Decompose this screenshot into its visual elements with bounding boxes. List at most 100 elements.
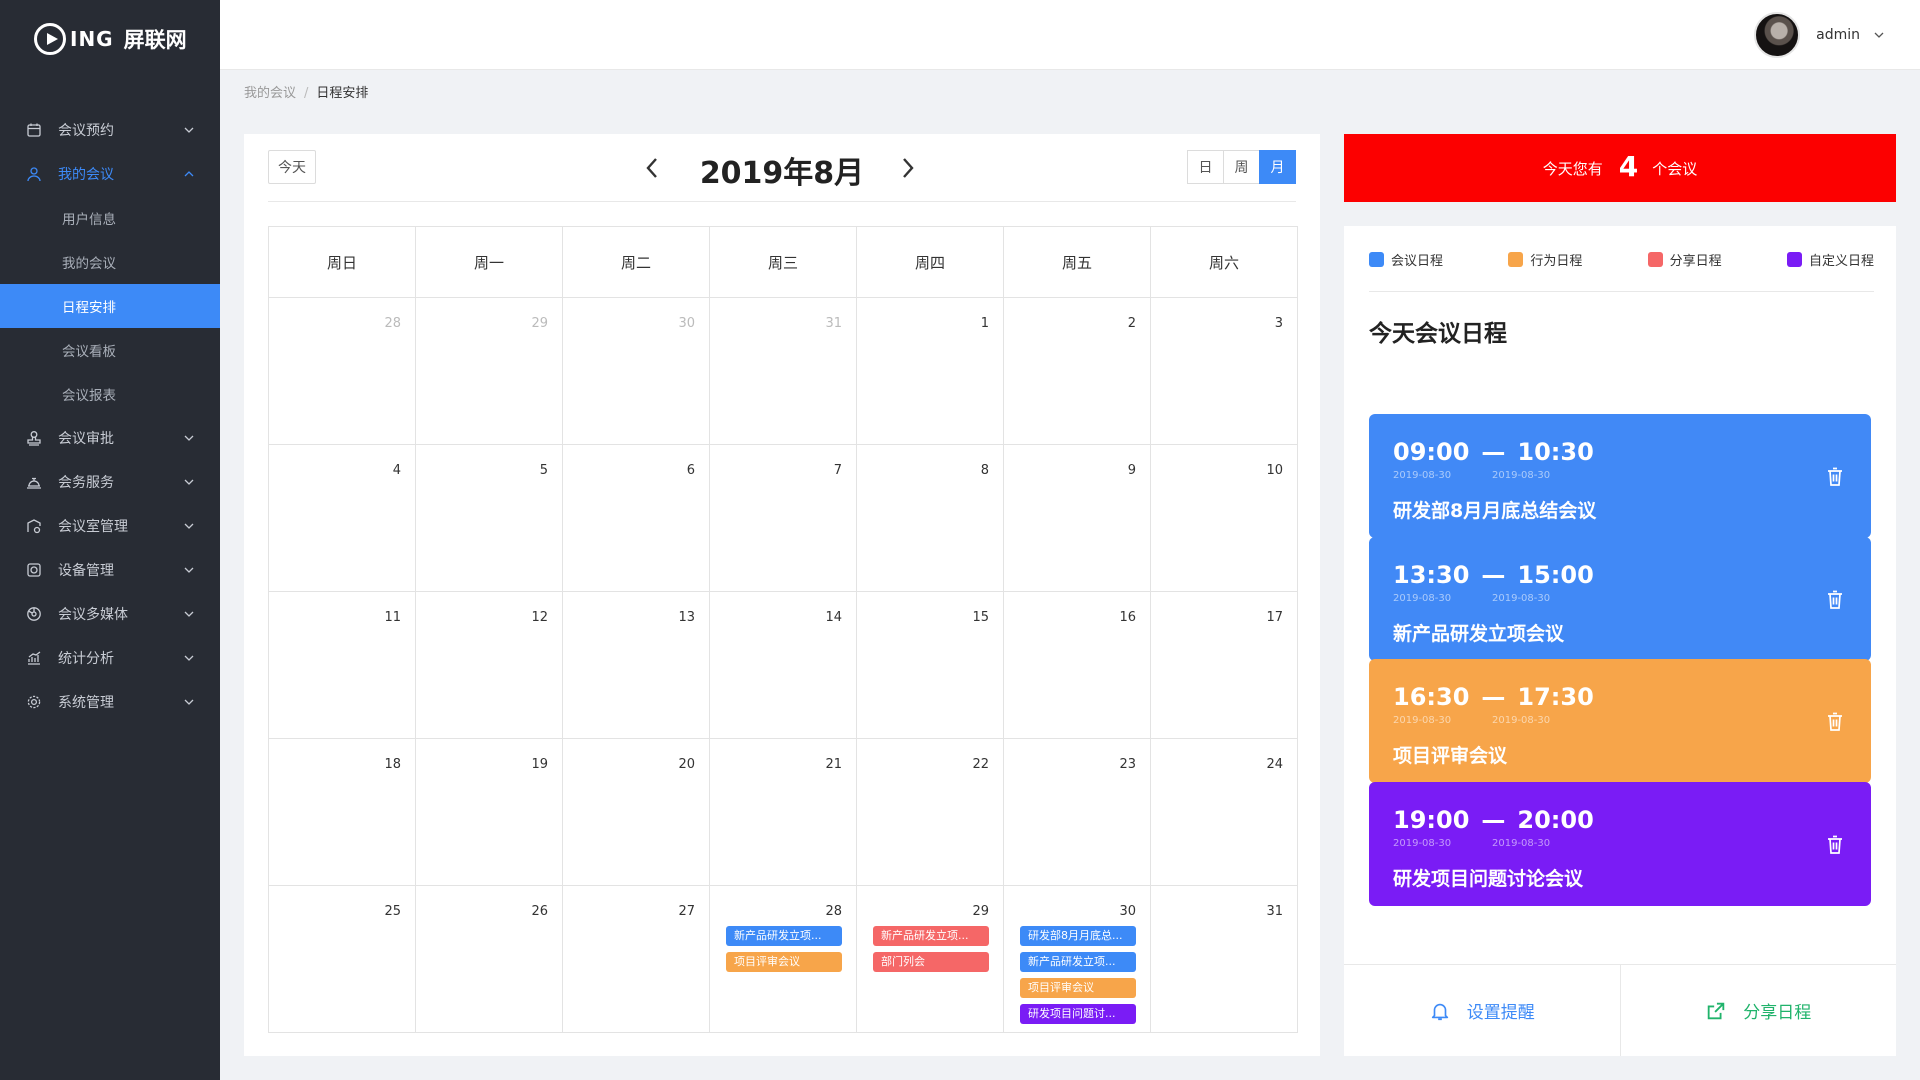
day-cell[interactable]: 17 bbox=[1151, 592, 1298, 739]
day-cell[interactable]: 1 bbox=[857, 298, 1004, 445]
day-cell[interactable]: 7 bbox=[710, 445, 857, 592]
view-button[interactable]: 周 bbox=[1223, 150, 1260, 184]
day-cell[interactable]: 28 新产品研发立项... 项目评审会议 bbox=[710, 886, 857, 1033]
chevron-down-icon[interactable] bbox=[184, 653, 194, 663]
trash-icon[interactable] bbox=[1825, 834, 1845, 856]
day-cell[interactable]: 24 bbox=[1151, 739, 1298, 886]
day-cell[interactable]: 27 bbox=[563, 886, 710, 1033]
avatar[interactable] bbox=[1754, 12, 1801, 58]
calendar-event[interactable]: 项目评审会议 bbox=[1020, 978, 1136, 998]
set-reminder-button[interactable]: 设置提醒 bbox=[1344, 965, 1620, 1056]
chevron-down-icon[interactable] bbox=[184, 521, 194, 531]
calendar-event[interactable]: 研发项目问题讨... bbox=[1020, 1004, 1136, 1024]
day-cell[interactable]: 8 bbox=[857, 445, 1004, 592]
weekday-header: 周日 周一 周二 周三 周四 周五 周六 bbox=[269, 227, 1298, 298]
time-dash: — bbox=[1481, 683, 1506, 711]
day-cell[interactable]: 30 bbox=[563, 298, 710, 445]
calendar-event[interactable]: 研发部8月月底总... bbox=[1020, 926, 1136, 946]
meeting-card[interactable]: 13:30 — 15:00 2019-08-30 2019-08-30 新产品研发立项会议 bbox=[1369, 536, 1871, 661]
day-cell[interactable]: 31 bbox=[1151, 886, 1298, 1033]
day-cell[interactable]: 10 bbox=[1151, 445, 1298, 592]
user-name[interactable]: admin bbox=[1816, 27, 1860, 43]
sidebar-item-user[interactable]: 我的会议 bbox=[0, 152, 220, 196]
chevron-down-icon[interactable] bbox=[184, 565, 194, 575]
trash-icon[interactable] bbox=[1825, 466, 1845, 488]
brand-logo[interactable]: ING 屏联网 bbox=[0, 0, 220, 78]
day-cell[interactable]: 25 bbox=[269, 886, 416, 1033]
day-cell[interactable]: 31 bbox=[710, 298, 857, 445]
day-cell[interactable]: 20 bbox=[563, 739, 710, 886]
sidebar-subitem[interactable]: 日程安排 bbox=[0, 284, 220, 328]
day-cell[interactable]: 6 bbox=[563, 445, 710, 592]
day-cell[interactable]: 28 bbox=[269, 298, 416, 445]
day-cell[interactable]: 16 bbox=[1004, 592, 1151, 739]
sidebar-item-stamp[interactable]: 会议审批 bbox=[0, 416, 220, 460]
meeting-card[interactable]: 09:00 — 10:30 2019-08-30 2019-08-30 研发部8月月底总结… bbox=[1369, 414, 1871, 538]
day-cell[interactable]: 5 bbox=[416, 445, 563, 592]
sidebar-item-device[interactable]: 设备管理 bbox=[0, 548, 220, 592]
calendar-event[interactable]: 新产品研发立项... bbox=[1020, 952, 1136, 972]
sidebar-item-chart[interactable]: 统计分析 bbox=[0, 636, 220, 680]
sidebar-item-gear[interactable]: 系统管理 bbox=[0, 680, 220, 724]
chevron-up-icon[interactable] bbox=[184, 169, 194, 179]
day-number: 10 bbox=[1266, 463, 1283, 478]
sidebar-subitem[interactable]: 会议看板 bbox=[0, 328, 220, 372]
trash-icon[interactable] bbox=[1825, 711, 1845, 733]
chevron-down-icon[interactable] bbox=[184, 477, 194, 487]
chevron-down-icon[interactable] bbox=[184, 697, 194, 707]
share-schedule-button[interactable]: 分享日程 bbox=[1619, 965, 1897, 1056]
sidebar-subitem[interactable]: 我的会议 bbox=[0, 240, 220, 284]
calendar-event[interactable]: 部门列会 bbox=[873, 952, 989, 972]
trash-icon[interactable] bbox=[1825, 589, 1845, 611]
meeting-time-range: 19:00 — 20:00 bbox=[1393, 806, 1594, 834]
calendar-icon bbox=[26, 122, 42, 138]
day-cell[interactable]: 4 bbox=[269, 445, 416, 592]
meeting-end-time: 15:00 bbox=[1517, 560, 1594, 589]
sidebar-subitem[interactable]: 用户信息 bbox=[0, 196, 220, 240]
day-number: 21 bbox=[825, 757, 842, 772]
week-row: 25 26 27 28 新产品研发立项... 项目评审会议 29 新产品研发立项... 部门列会… bbox=[269, 886, 1298, 1033]
day-cell[interactable]: 18 bbox=[269, 739, 416, 886]
chevron-down-icon[interactable] bbox=[1874, 30, 1884, 40]
sidebar-item-media[interactable]: 会议多媒体 bbox=[0, 592, 220, 636]
day-cell[interactable]: 29 bbox=[416, 298, 563, 445]
meeting-card[interactable]: 19:00 — 20:00 2019-08-30 2019-08-30 研发项目问题讨论会… bbox=[1369, 781, 1871, 906]
next-month-button[interactable] bbox=[896, 154, 920, 182]
sidebar-item-calendar[interactable]: 会议预约 bbox=[0, 108, 220, 152]
meeting-end-time: 20:00 bbox=[1517, 805, 1594, 834]
day-cell[interactable]: 21 bbox=[710, 739, 857, 886]
sidebar-item-room[interactable]: 会议室管理 bbox=[0, 504, 220, 548]
sidebar: ING 屏联网 会议预约 我的会议 用户信息 我的会议 日程安排 会议看板 会议报表 会议审批… bbox=[0, 0, 220, 1080]
day-cell[interactable]: 2 bbox=[1004, 298, 1151, 445]
day-cell[interactable]: 9 bbox=[1004, 445, 1151, 592]
user-menu[interactable]: admin bbox=[1754, 12, 1884, 58]
view-button[interactable]: 月 bbox=[1259, 150, 1296, 184]
chevron-down-icon[interactable] bbox=[184, 125, 194, 135]
day-cell[interactable]: 12 bbox=[416, 592, 563, 739]
day-cell[interactable]: 14 bbox=[710, 592, 857, 739]
day-cell[interactable]: 23 bbox=[1004, 739, 1151, 886]
calendar-event[interactable]: 新产品研发立项... bbox=[873, 926, 989, 946]
week-row: 4 5 6 7 8 9 10 bbox=[269, 445, 1298, 592]
legend-swatch bbox=[1786, 252, 1802, 267]
day-cell[interactable]: 30 研发部8月月底总... 新产品研发立项... 项目评审会议 研发项目问题讨... bbox=[1004, 886, 1151, 1033]
today-button[interactable]: 今天 bbox=[268, 150, 316, 184]
prev-month-button[interactable] bbox=[640, 154, 664, 182]
day-cell[interactable]: 11 bbox=[269, 592, 416, 739]
day-cell[interactable]: 13 bbox=[563, 592, 710, 739]
day-cell[interactable]: 22 bbox=[857, 739, 1004, 886]
sidebar-item-service[interactable]: 会务服务 bbox=[0, 460, 220, 504]
day-cell[interactable]: 26 bbox=[416, 886, 563, 1033]
day-cell[interactable]: 29 新产品研发立项... 部门列会 bbox=[857, 886, 1004, 1033]
view-button[interactable]: 日 bbox=[1187, 150, 1224, 184]
sidebar-subitem[interactable]: 会议报表 bbox=[0, 372, 220, 416]
meeting-card[interactable]: 16:30 — 17:30 2019-08-30 2019-08-30 项目评审会议 bbox=[1369, 659, 1871, 783]
breadcrumb-parent[interactable]: 我的会议 bbox=[244, 86, 296, 101]
chevron-down-icon[interactable] bbox=[184, 609, 194, 619]
chevron-down-icon[interactable] bbox=[184, 433, 194, 443]
calendar-event[interactable]: 项目评审会议 bbox=[726, 952, 842, 972]
day-cell[interactable]: 15 bbox=[857, 592, 1004, 739]
day-cell[interactable]: 3 bbox=[1151, 298, 1298, 445]
day-cell[interactable]: 19 bbox=[416, 739, 563, 886]
calendar-event[interactable]: 新产品研发立项... bbox=[726, 926, 842, 946]
